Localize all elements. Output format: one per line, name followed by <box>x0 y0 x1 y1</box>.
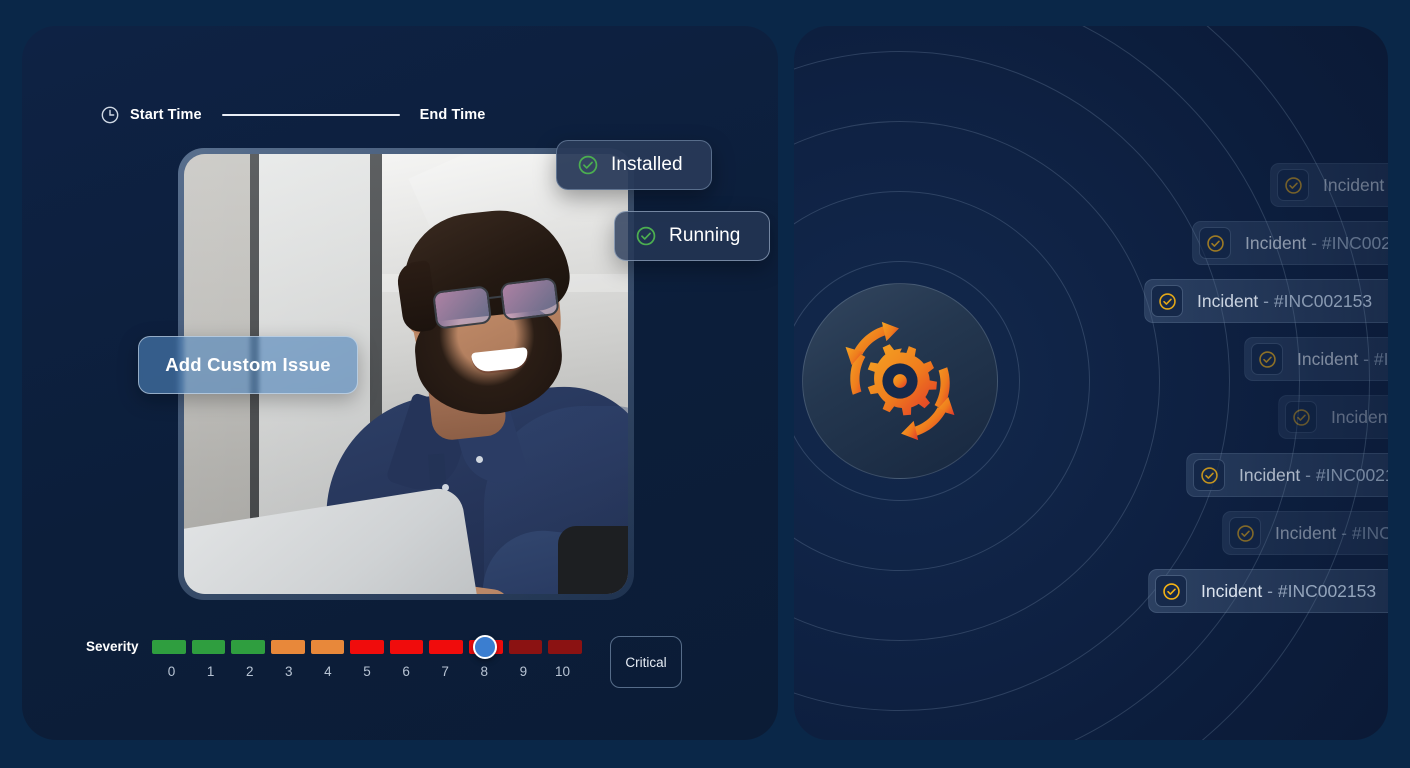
check-circle-icon <box>1155 575 1187 607</box>
severity-tick-labels: 0 1 2 3 4 5 6 7 8 9 10 <box>152 664 582 684</box>
incident-chip-label: Incident - #INC002153 <box>1275 522 1388 543</box>
right-panel: Incident - #INC002153 Incident - #INC0021… <box>794 26 1388 740</box>
incident-chip-label: Incident - #INC002153 <box>1323 174 1385 195</box>
check-circle-icon <box>1151 285 1183 317</box>
start-time-label: Start Time <box>130 107 202 123</box>
severity-tick-6: 6 <box>402 664 410 679</box>
severity-segment-9[interactable] <box>508 640 543 654</box>
severity-tick-1: 1 <box>206 664 215 679</box>
incident-chip[interactable]: Incident - #INC002153 <box>1186 453 1388 497</box>
severity-tick-2: 2 <box>245 664 254 679</box>
timeline-header: Start Time End Time <box>100 104 485 126</box>
severity-segment-3[interactable] <box>270 640 305 654</box>
severity-tick-7: 7 <box>441 664 449 679</box>
incident-chip-label: Incident - #INC002153 <box>1245 232 1388 253</box>
check-circle-icon <box>1285 401 1317 433</box>
status-badge-running[interactable]: Running <box>614 211 770 261</box>
severity-tick-5: 5 <box>363 664 371 679</box>
incident-chip-label: Incident - #INC002153 <box>1331 406 1388 427</box>
severity-slider[interactable]: Severity 0 1 2 3 4 5 6 7 8 9 10 <box>86 614 686 686</box>
status-badge-label: Running <box>669 225 741 246</box>
timeline-connector <box>221 114 400 116</box>
severity-tick-0: 0 <box>167 664 176 679</box>
incident-chip[interactable]: Incident - #INC002153 <box>1278 395 1388 439</box>
incident-chip-label: Incident - #INC002153 <box>1239 464 1388 485</box>
incident-chip[interactable]: Incident - #INC002153 <box>1144 279 1388 323</box>
severity-tick-9: 9 <box>519 664 528 679</box>
severity-tick-4: 4 <box>324 664 332 679</box>
incident-chip[interactable]: Incident - #INC002153 <box>1270 163 1388 207</box>
incident-chip[interactable]: Incident - #INC002153 <box>1222 511 1388 555</box>
app-root: Start Time End Time Add Custom Issue Ins… <box>0 0 1410 768</box>
check-circle-icon <box>635 225 657 247</box>
check-circle-icon <box>1229 517 1261 549</box>
severity-handle[interactable] <box>473 635 498 659</box>
incident-chip-label: Incident - #INC002153 <box>1201 580 1377 601</box>
incident-chip[interactable]: Incident - #INC002153 <box>1192 221 1388 265</box>
severity-segment-1[interactable] <box>191 640 226 654</box>
gear-refresh-icon <box>834 315 966 447</box>
severity-segment-10[interactable] <box>548 640 583 654</box>
status-badge-installed[interactable]: Installed <box>556 140 712 190</box>
severity-segment-6[interactable] <box>389 640 424 654</box>
status-badge-label: Installed <box>611 154 683 175</box>
severity-segment-5[interactable] <box>350 640 384 654</box>
severity-tick-10: 10 <box>554 664 570 679</box>
check-circle-icon <box>1199 227 1231 259</box>
check-circle-icon <box>1251 343 1283 375</box>
add-custom-issue-button[interactable]: Add Custom Issue <box>138 336 358 394</box>
severity-segment-4[interactable] <box>310 640 345 654</box>
incident-chip[interactable]: Incident - #INC002153 <box>1148 569 1388 613</box>
severity-value-box: Critical <box>610 636 682 688</box>
incident-chip-label: Incident - #INC002153 <box>1297 348 1388 369</box>
severity-tick-8: 8 <box>480 664 489 679</box>
check-circle-icon <box>577 154 599 176</box>
severity-segment-2[interactable] <box>231 640 265 654</box>
severity-segment-0[interactable] <box>152 640 186 654</box>
severity-tick-3: 3 <box>285 664 293 679</box>
center-graphic <box>802 283 998 479</box>
left-panel: Start Time End Time Add Custom Issue Ins… <box>22 26 778 740</box>
severity-track[interactable] <box>152 640 583 654</box>
check-circle-icon <box>1193 459 1225 491</box>
end-time-label: End Time <box>419 107 486 123</box>
incident-chip-label: Incident - #INC002153 <box>1197 290 1373 311</box>
check-circle-icon <box>1277 169 1309 201</box>
incident-chip[interactable]: Incident - #INC002153 <box>1244 337 1388 381</box>
severity-label: Severity <box>86 639 139 654</box>
clock-icon <box>100 105 120 125</box>
severity-segment-7[interactable] <box>429 640 464 654</box>
